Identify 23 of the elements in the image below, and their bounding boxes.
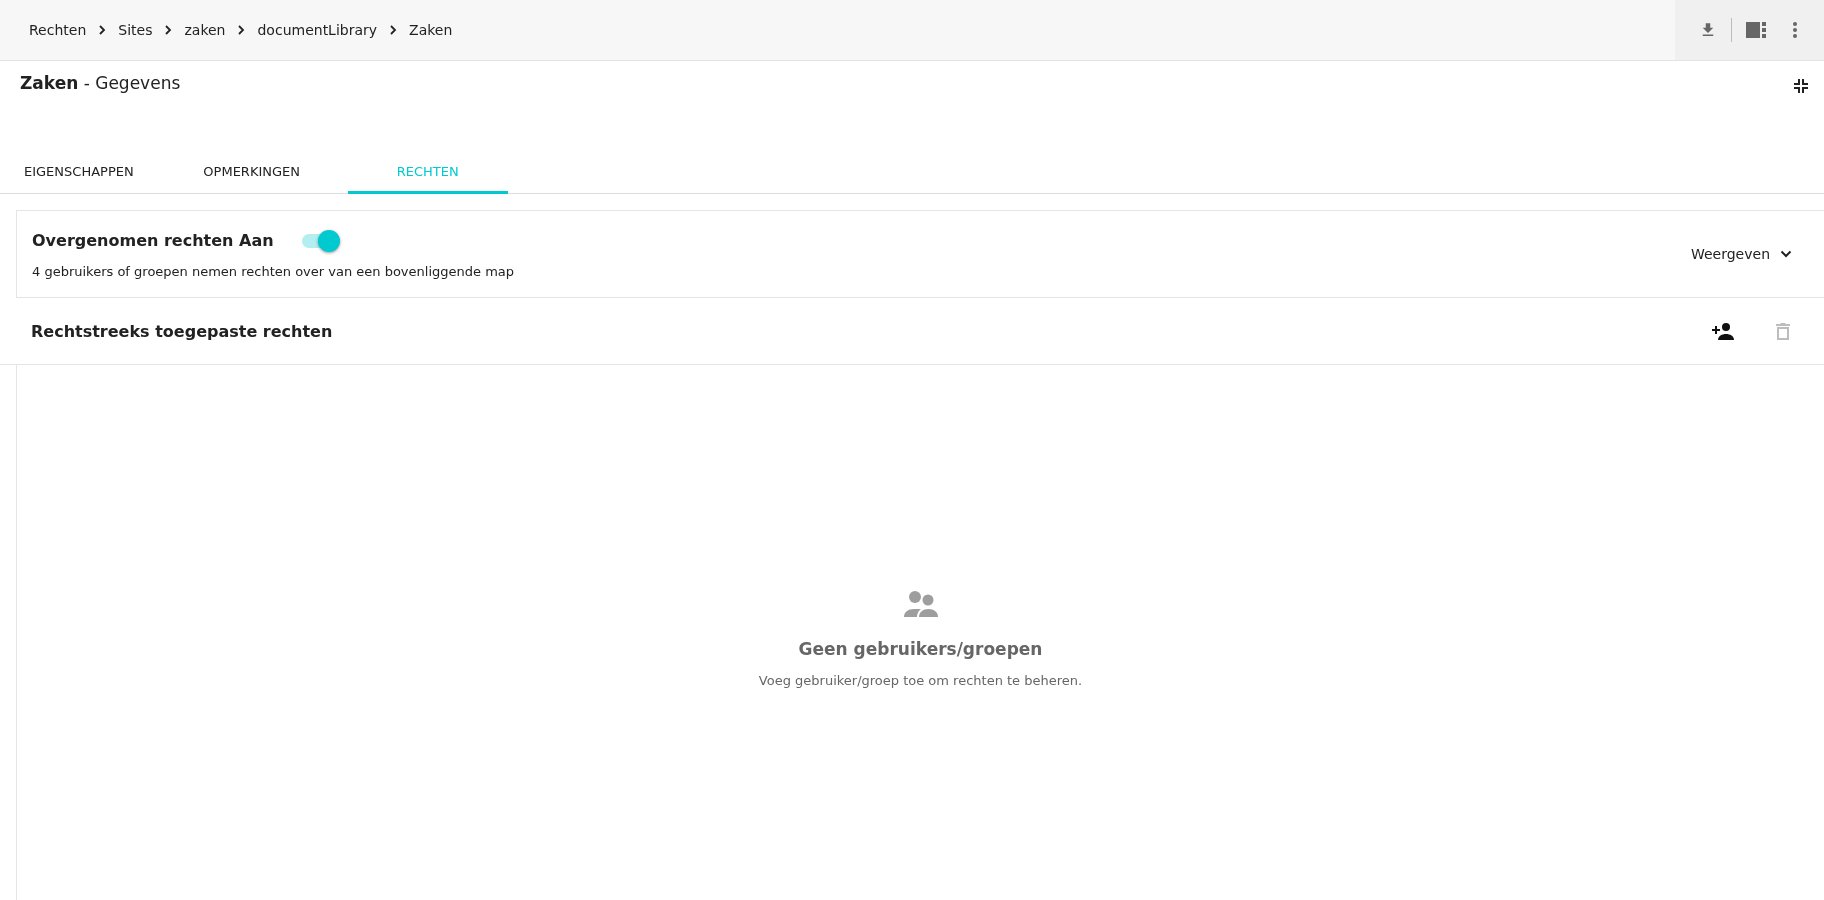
expand-button[interactable]: Weergeven (1690, 246, 1792, 262)
chevron-right-icon (164, 25, 173, 35)
chevron-down-icon (1780, 248, 1792, 260)
section-title: Overgenomen rechten Aan (32, 231, 274, 250)
breadcrumb-link[interactable]: Sites (118, 22, 153, 38)
breadcrumb-link[interactable]: zaken (184, 22, 226, 38)
chevron-right-icon (98, 25, 107, 35)
toggle-switch[interactable] (301, 229, 340, 252)
empty-state-message: Voeg gebruiker/groep toe om rechten te beheren. (758, 673, 1083, 688)
breadcrumb-link[interactable]: Zaken (409, 22, 453, 38)
tab[interactable]: EIGENSCHAPPEN (0, 151, 182, 194)
chevron-right-icon (237, 25, 246, 35)
section-title: Rechtstreeks toegepaste rechten (31, 321, 333, 341)
tab[interactable]: OPMERKINGEN (181, 151, 322, 194)
people-icon (903, 591, 938, 617)
collapse-icon[interactable] (1794, 79, 1808, 93)
breadcrumb-link[interactable]: documentLibrary (257, 22, 378, 38)
breadcrumb-link[interactable]: Rechten (29, 22, 87, 38)
page-title: Zaken - Gegevens (20, 73, 181, 93)
empty-state-title: Geen gebruikers/groepen (798, 639, 1043, 659)
description-text: 4 gebruikers of groepen nemen rechten over van een bovenliggende map (32, 263, 515, 279)
chevron-right-icon (389, 25, 398, 35)
add-user-icon[interactable] (1712, 322, 1734, 340)
